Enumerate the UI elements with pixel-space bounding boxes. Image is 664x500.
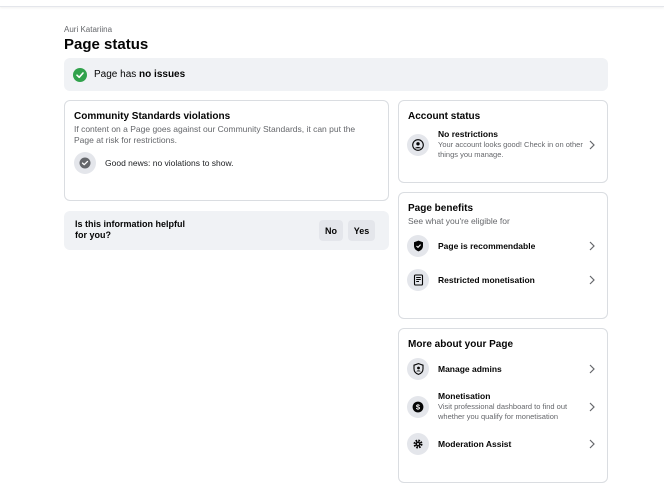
more-label: Manage admins	[438, 364, 502, 374]
account-status-card: Account status No restrictions Your acco…	[398, 100, 608, 183]
feedback-box: Is this information helpful for you? No …	[64, 211, 389, 250]
more-row-monetisation[interactable]: $ Monetisation Visit professional dashbo…	[407, 391, 597, 422]
chevron-right-icon	[587, 273, 597, 287]
more-row-moderation-assist[interactable]: Moderation Assist	[407, 433, 597, 455]
page-title: Page status	[64, 36, 149, 53]
feedback-question: Is this information helpful for you?	[75, 219, 185, 240]
more-sub: Visit professional dashboard to find out…	[438, 402, 568, 421]
dollar-icon: $	[407, 395, 429, 418]
community-standards-description: If content on a Page goes against our Co…	[74, 124, 356, 145]
community-standards-title: Community Standards violations	[74, 111, 231, 122]
violations-status-row: Good news: no violations to show.	[74, 152, 378, 174]
benefit-label: Page is recommendable	[438, 241, 536, 251]
no-button[interactable]: No	[319, 220, 343, 241]
check-circle-icon	[73, 67, 87, 82]
chevron-right-icon	[587, 400, 597, 414]
gear-icon	[407, 433, 429, 455]
benefit-row-monetisation[interactable]: Restricted monetisation	[407, 269, 597, 291]
page-owner-name: Auri Katariina	[64, 25, 113, 34]
shield-check-icon	[407, 235, 429, 257]
good-news-text: Good news: no violations to show.	[105, 158, 234, 168]
chevron-right-icon	[587, 437, 597, 451]
more-row-manage-admins[interactable]: Manage admins	[407, 358, 597, 380]
person-circle-icon	[407, 133, 429, 156]
chevron-right-icon	[587, 138, 597, 152]
money-doc-icon	[407, 269, 429, 291]
check-circle-icon	[74, 152, 96, 174]
page-benefits-title: Page benefits	[408, 203, 474, 214]
chevron-right-icon	[587, 362, 597, 376]
chevron-right-icon	[587, 239, 597, 253]
more-about-card: More about your Page Manage admins $ Mon…	[398, 328, 608, 483]
more-about-title: More about your Page	[408, 339, 514, 350]
top-bar	[0, 0, 664, 7]
admin-shield-icon	[407, 358, 429, 380]
page-status-banner: Page has no issues	[64, 58, 608, 91]
community-standards-card: Community Standards violations If conten…	[64, 100, 389, 201]
more-label: Monetisation	[438, 391, 491, 401]
account-status-item-sub: Your account looks good! Check in on oth…	[438, 140, 583, 159]
more-label: Moderation Assist	[438, 439, 512, 449]
yes-button[interactable]: Yes	[348, 220, 375, 241]
benefit-label: Restricted monetisation	[438, 275, 535, 285]
status-text: Page has no issues	[94, 69, 186, 80]
account-status-item-title: No restrictions	[438, 129, 498, 139]
benefit-row-recommendable[interactable]: Page is recommendable	[407, 235, 597, 257]
page-benefits-card: Page benefits See what you're eligible f…	[398, 192, 608, 319]
page-benefits-subtitle: See what you're eligible for	[408, 216, 510, 226]
account-status-title: Account status	[408, 111, 481, 122]
account-status-row[interactable]: No restrictions Your account looks good!…	[407, 129, 597, 160]
